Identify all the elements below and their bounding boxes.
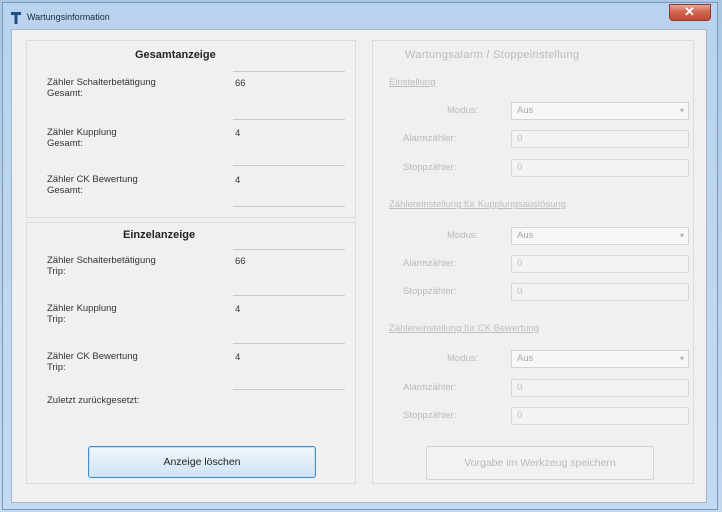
stop-counter-label: Stoppzähler:	[403, 286, 457, 297]
alarm-panel-title: Wartungsalarm / Stoppeinstellung	[405, 49, 580, 61]
window-title: Wartungsinformation	[27, 12, 110, 22]
tool-icon	[11, 12, 21, 24]
last-reset-label: Zuletzt zurückgesetzt:	[47, 395, 140, 406]
alarm-counter-field-clutch[interactable]: 0	[511, 255, 689, 273]
alarm-counter-label: Alarmzähler:	[403, 133, 457, 144]
alarm-counter-field-settings[interactable]: 0	[511, 130, 689, 148]
alarm-counter-label: Alarmzähler:	[403, 258, 457, 269]
client-area: Gesamtanzeige Zähler Schalterbetätigung …	[11, 29, 707, 503]
alarm-counter-label: Alarmzähler:	[403, 382, 457, 393]
save-defaults-button[interactable]: Vorgabe im Werkzeug speichern	[426, 446, 654, 480]
close-icon: ✕	[684, 4, 695, 19]
alarm-counter-field-ck[interactable]: 0	[511, 379, 689, 397]
section-heading-settings: Einstellung	[389, 77, 436, 88]
trip-switch-count-value: 66	[235, 256, 246, 267]
single-panel-title: Einzelanzeige	[123, 229, 196, 241]
mode-label: Modus:	[447, 105, 479, 116]
mode-label: Modus:	[447, 230, 479, 241]
divider	[233, 71, 345, 72]
divider	[233, 249, 345, 250]
total-switch-count-value: 66	[235, 78, 246, 89]
mode-select-clutch[interactable]: Aus ▾	[511, 227, 689, 245]
divider	[233, 343, 345, 344]
mode-label: Modus:	[447, 353, 479, 364]
stop-counter-label: Stoppzähler:	[403, 410, 457, 421]
total-clutch-count-label: Zähler Kupplung Gesamt:	[47, 127, 117, 149]
total-ck-count-label: Zähler CK Bewertung Gesamt:	[47, 174, 138, 196]
mode-select-ck[interactable]: Aus ▾	[511, 350, 689, 368]
chevron-down-icon: ▾	[679, 231, 684, 240]
divider	[233, 119, 345, 120]
mode-select-settings[interactable]: Aus ▾	[511, 102, 689, 120]
chevron-down-icon: ▾	[679, 354, 684, 363]
trip-clutch-count-label: Zähler Kupplung Trip:	[47, 303, 117, 325]
alarm-settings-panel: Wartungsalarm / Stoppeinstellung Einstel…	[372, 40, 694, 484]
total-ck-count-value: 4	[235, 175, 241, 186]
divider	[233, 165, 345, 166]
stop-counter-field-settings[interactable]: 0	[511, 159, 689, 177]
mode-select-value: Aus	[517, 230, 534, 241]
stop-counter-field-clutch[interactable]: 0	[511, 283, 689, 301]
clear-display-button[interactable]: Anzeige löschen	[88, 446, 316, 478]
trip-switch-count-label: Zähler Schalterbetätigung Trip:	[47, 255, 156, 277]
total-clutch-count-value: 4	[235, 128, 241, 139]
divider	[233, 295, 345, 296]
mode-select-value: Aus	[517, 105, 534, 116]
divider	[233, 389, 345, 390]
chevron-down-icon: ▾	[679, 106, 684, 115]
trip-clutch-count-value: 4	[235, 304, 241, 315]
section-heading-ck: Zählereinstellung für CK Bewertung	[389, 323, 539, 334]
trip-ck-count-label: Zähler CK Bewertung Trip:	[47, 351, 138, 373]
title-bar: Wartungsinformation ✕	[3, 3, 717, 29]
mode-select-value: Aus	[517, 353, 534, 364]
divider	[233, 206, 345, 207]
total-switch-count-label: Zähler Schalterbetätigung Gesamt:	[47, 77, 156, 99]
section-heading-clutch: Zählereinstellung für Kupplungsauslösung	[389, 199, 566, 210]
trip-ck-count-value: 4	[235, 352, 241, 363]
close-button[interactable]: ✕	[669, 4, 711, 21]
maintenance-window: Wartungsinformation ✕ Gesamtanzeige Zähl…	[2, 2, 718, 510]
single-display-panel: Einzelanzeige Zähler Schalterbetätigung …	[26, 222, 356, 484]
stop-counter-label: Stoppzähler:	[403, 162, 457, 173]
total-display-panel: Gesamtanzeige Zähler Schalterbetätigung …	[26, 40, 356, 218]
total-panel-title: Gesamtanzeige	[135, 49, 216, 61]
stop-counter-field-ck[interactable]: 0	[511, 407, 689, 425]
